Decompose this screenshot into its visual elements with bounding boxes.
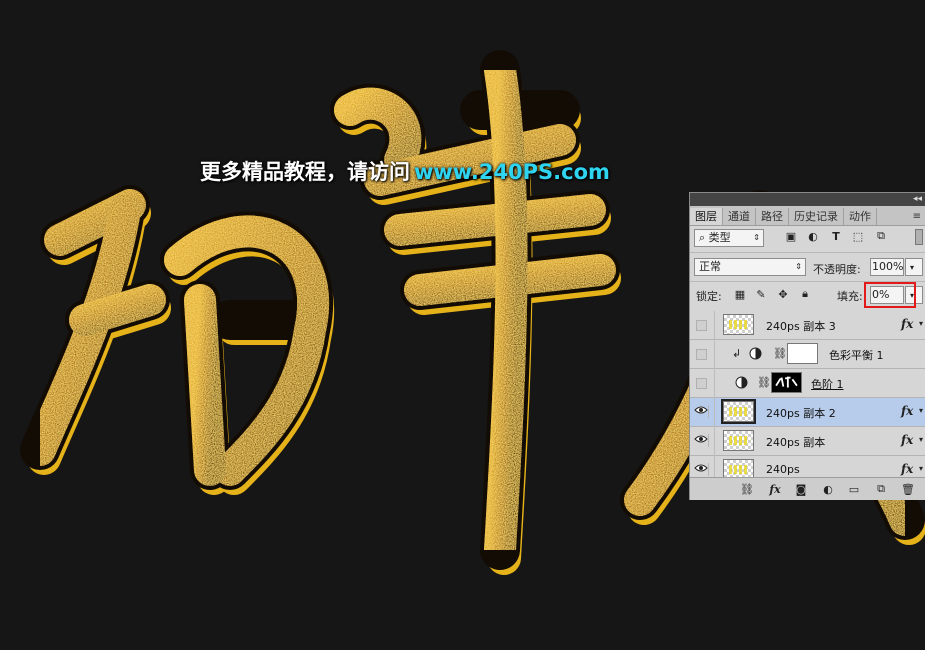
divider — [714, 311, 715, 340]
chevron-down-icon[interactable]: ▾ — [919, 464, 923, 473]
layers-bottom-bar: ⛓︎ fx ◙ ◐ ▭ ⧉ 🗑︎ — [690, 477, 925, 500]
layer-thumbnail — [723, 430, 754, 451]
add-style-icon[interactable]: fx — [768, 482, 782, 496]
watermark-url: www.240PS.com — [414, 160, 610, 184]
new-layer-icon[interactable]: ⧉ — [874, 482, 888, 496]
visibility-toggle[interactable] — [696, 378, 707, 389]
adjustment-filter-icon[interactable]: ◐ — [806, 229, 820, 243]
mask-shape-icon — [775, 376, 798, 388]
watermark-banner: 更多精品教程，请访问 www.240PS.com — [200, 156, 610, 186]
filter-toggle[interactable] — [915, 229, 923, 245]
divider — [714, 369, 715, 398]
layer-mask-thumbnail — [771, 372, 802, 393]
lock-brush-icon[interactable]: ✎ — [755, 288, 767, 301]
divider — [714, 398, 715, 427]
blend-mode-select[interactable]: 正常 ⇕ — [694, 258, 806, 276]
filter-kind-label: 类型 — [708, 231, 731, 244]
new-adjustment-icon[interactable]: ◐ — [821, 482, 835, 496]
layer-name: 色阶 1 — [811, 378, 844, 391]
layer-thumbnail — [721, 399, 756, 424]
layer-name: 色彩平衡 1 — [829, 349, 884, 362]
chevron-down-icon: ▾ — [910, 263, 915, 272]
trash-icon[interactable]: 🗑︎ — [901, 482, 915, 496]
eye-icon[interactable] — [694, 405, 709, 418]
updown-icon: ⇕ — [795, 262, 802, 271]
chain-link-icon[interactable]: ⛓︎ — [757, 376, 771, 389]
chevron-down-icon[interactable]: ▾ — [919, 435, 923, 444]
opacity-label: 不透明度: — [813, 263, 861, 276]
fill-label: 填充: — [837, 290, 863, 303]
panel-titlebar[interactable]: ◂◂ — [690, 193, 925, 206]
chevron-down-icon[interactable]: ▾ — [919, 319, 923, 328]
tab-channels[interactable]: 通道 — [723, 208, 756, 225]
layer-row[interactable]: 240ps fx ▾ — [690, 456, 925, 477]
blend-mode-value: 正常 — [699, 260, 721, 273]
shape-filter-icon[interactable]: ⬚ — [851, 229, 865, 243]
lock-label: 锁定: — [696, 290, 722, 303]
levels-icon — [735, 376, 748, 389]
eye-icon[interactable] — [694, 434, 709, 447]
opacity-value: 100% — [872, 260, 904, 273]
link-layers-icon[interactable]: ⛓︎ — [740, 482, 754, 496]
visibility-toggle[interactable] — [696, 349, 707, 360]
chevron-down-icon[interactable]: ▾ — [919, 406, 923, 415]
layer-thumbnail — [723, 459, 754, 477]
layer-row[interactable]: ↲ ⛓︎ 色彩平衡 1 — [690, 340, 925, 369]
fx-icon[interactable]: fx — [901, 462, 913, 476]
collapse-icon[interactable]: ◂◂ — [913, 193, 922, 206]
updown-icon: ⇕ — [753, 233, 760, 242]
opacity-dropdown[interactable]: ▾ — [905, 258, 923, 276]
blend-row: 正常 ⇕ 不透明度: 100% ▾ — [690, 255, 925, 279]
layer-thumbnail — [723, 314, 754, 335]
tab-paths[interactable]: 路径 — [756, 208, 789, 225]
tab-actions[interactable]: 动作 — [844, 208, 877, 225]
layer-row[interactable]: 240ps 副本 fx ▾ — [690, 427, 925, 456]
eye-icon[interactable] — [694, 463, 709, 476]
search-icon: ⌕ — [699, 231, 706, 244]
fx-icon[interactable]: fx — [901, 433, 913, 447]
visibility-toggle[interactable] — [696, 320, 707, 331]
tab-history[interactable]: 历史记录 — [789, 208, 844, 225]
layer-mask-thumbnail — [787, 343, 818, 364]
layer-name: 240ps 副本 — [766, 436, 826, 449]
chain-link-icon[interactable]: ⛓︎ — [773, 347, 787, 360]
fx-icon[interactable]: fx — [901, 317, 913, 331]
lock-transparent-icon[interactable]: ▦ — [734, 288, 746, 301]
opacity-input[interactable]: 100% — [870, 258, 904, 276]
layers-panel: ◂◂ 图层 通道 路径 历史记录 动作 ≡ ⌕ 类型 ⇕ ▣ ◐ T ⬚ ⧉ 正… — [689, 192, 925, 500]
divider — [714, 340, 715, 369]
divider — [714, 427, 715, 456]
lock-all-icon[interactable]: 🔒︎ — [799, 287, 811, 300]
layer-row[interactable]: ⛓︎ 色阶 1 — [690, 369, 925, 398]
panel-menu-icon[interactable]: ≡ — [913, 208, 925, 225]
panel-tabs: 图层 通道 路径 历史记录 动作 ≡ — [690, 206, 925, 226]
pixel-filter-icon[interactable]: ▣ — [784, 229, 798, 243]
layer-name: 240ps 副本 2 — [766, 407, 836, 420]
watermark-text: 更多精品教程，请访问 — [200, 160, 410, 184]
layer-row[interactable]: 240ps 副本 3 fx ▾ — [690, 311, 925, 340]
color-balance-icon — [749, 347, 762, 360]
fill-highlight-box — [864, 282, 916, 308]
divider — [714, 456, 715, 477]
clipping-arrow-icon: ↲ — [732, 347, 742, 360]
add-mask-icon[interactable]: ◙ — [794, 482, 808, 496]
layer-name: 240ps 副本 3 — [766, 320, 836, 333]
tab-layers[interactable]: 图层 — [690, 208, 723, 225]
type-filter-icon[interactable]: T — [829, 229, 843, 243]
filter-row: ⌕ 类型 ⇕ ▣ ◐ T ⬚ ⧉ — [690, 226, 925, 250]
layer-row-selected[interactable]: 240ps 副本 2 fx ▾ — [690, 398, 925, 427]
smartobject-filter-icon[interactable]: ⧉ — [874, 229, 888, 243]
new-group-icon[interactable]: ▭ — [847, 482, 861, 496]
fx-icon[interactable]: fx — [901, 404, 913, 418]
layer-list: 240ps 副本 3 fx ▾ ↲ ⛓︎ 色彩平衡 1 ⛓︎ 色阶 1 240p… — [690, 311, 925, 477]
layer-name: 240ps — [766, 463, 800, 476]
lock-move-icon[interactable]: ✥ — [777, 288, 789, 301]
filter-kind-select[interactable]: ⌕ 类型 ⇕ — [694, 229, 764, 247]
divider — [690, 252, 925, 253]
